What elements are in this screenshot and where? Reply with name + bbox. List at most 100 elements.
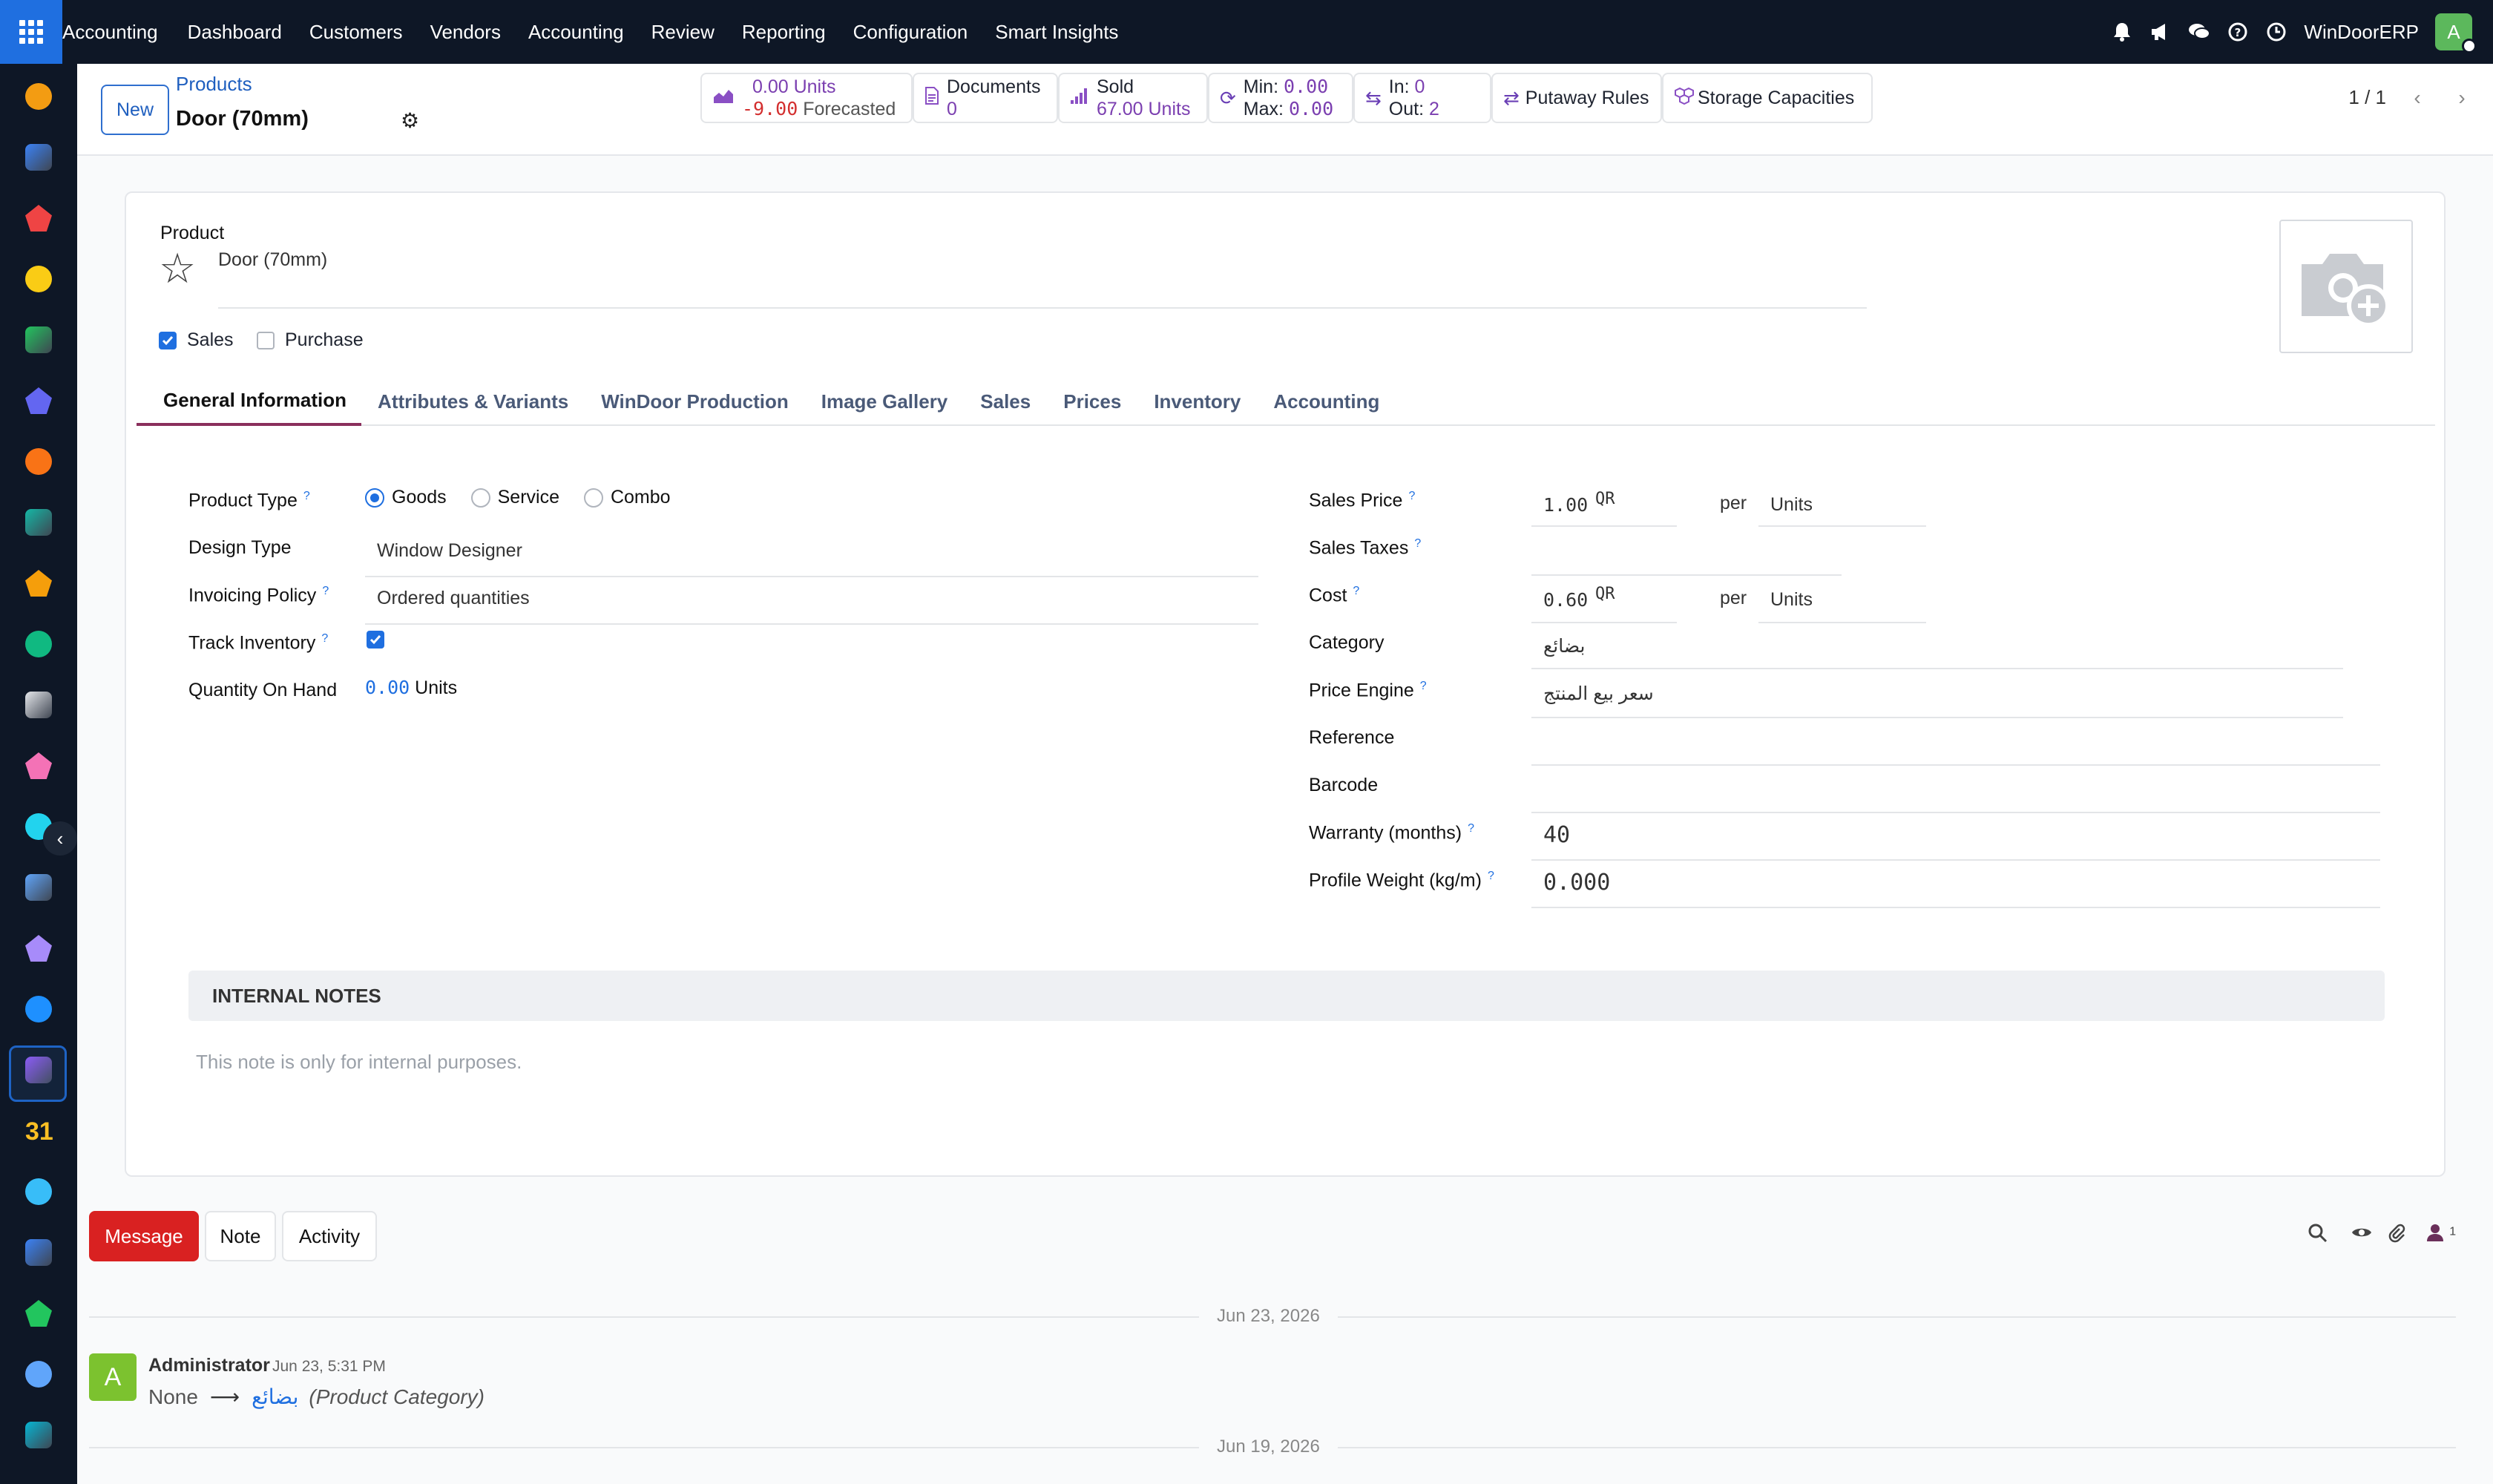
clock-icon[interactable] <box>2265 21 2287 43</box>
paperclip-icon[interactable] <box>2388 1223 2405 1249</box>
qty-on-hand-number[interactable]: 0.00 <box>365 677 410 698</box>
purchase-checkbox[interactable] <box>257 331 275 349</box>
sales-checkbox[interactable] <box>159 331 177 349</box>
message-author[interactable]: Administrator <box>148 1355 270 1376</box>
menu-dashboard[interactable]: Dashboard <box>188 21 282 44</box>
tab-prices[interactable]: Prices <box>1047 377 1137 426</box>
menu-accounting[interactable]: Accounting <box>528 21 624 44</box>
menu-vendors[interactable]: Vendors <box>430 21 501 44</box>
purchase-checkbox-row[interactable]: Purchase <box>257 329 364 351</box>
message-author-avatar[interactable]: A <box>89 1353 137 1401</box>
sidebar-app-check-icon[interactable] <box>25 509 52 536</box>
radio-combo[interactable] <box>583 488 603 508</box>
in-out-smart-button[interactable]: ⇆ In: 0 Out: 2 <box>1353 73 1491 123</box>
sidebar-app-chat-icon[interactable] <box>25 448 52 475</box>
app-brand-menu[interactable]: Accounting <box>62 21 158 44</box>
chat-icon[interactable] <box>2188 21 2211 43</box>
documents-smart-button[interactable]: Documents 0 <box>913 73 1058 123</box>
storage-capacities-smart-button[interactable]: Storage Capacities <box>1662 73 1873 123</box>
send-message-button[interactable]: Message <box>89 1211 199 1261</box>
sidebar-app-telegram-icon[interactable] <box>25 266 52 292</box>
help-icon[interactable]: ? <box>2227 21 2249 43</box>
profile-weight-input[interactable]: 0.000 <box>1543 870 1610 896</box>
tab-attributes-variants[interactable]: Attributes & Variants <box>361 377 585 426</box>
sales-checkbox-row[interactable]: Sales <box>159 329 234 351</box>
radio-goods[interactable] <box>365 488 384 508</box>
tab-general-information[interactable]: General Information <box>137 377 362 426</box>
sales-price-uom-select[interactable]: Units <box>1770 494 1813 516</box>
tab-inventory[interactable]: Inventory <box>1137 377 1257 426</box>
sidebar-app-id-card-icon[interactable] <box>25 631 52 657</box>
sidebar-app-dial-2-icon[interactable] <box>25 1361 52 1388</box>
help-icon[interactable]: ? <box>1353 585 1359 597</box>
sidebar-app-pie-icon[interactable] <box>25 205 52 232</box>
forecasted-smart-button[interactable]: 0.00 Units -9.00 Forecasted <box>700 73 913 123</box>
sidebar-app-dashboard-icon[interactable] <box>25 1239 52 1266</box>
help-icon[interactable]: ? <box>1408 490 1415 502</box>
sidebar-app-palette-icon[interactable] <box>25 752 52 779</box>
menu-configuration[interactable]: Configuration <box>853 21 968 44</box>
product-image-upload[interactable] <box>2279 220 2413 353</box>
app-switcher-button[interactable] <box>0 0 62 64</box>
help-icon[interactable]: ? <box>1414 537 1421 550</box>
sidebar-app-calendar-31-icon[interactable]: 31 <box>25 1117 53 1146</box>
search-icon[interactable] <box>2308 1223 2328 1249</box>
menu-customers[interactable]: Customers <box>309 21 403 44</box>
sidebar-app-sync-icon[interactable] <box>25 1422 52 1448</box>
price-engine-select[interactable]: سعر بيع المنتج <box>1543 683 1654 705</box>
menu-review[interactable]: Review <box>651 21 715 44</box>
sidebar-app-bar-chart-2-icon[interactable] <box>25 570 52 597</box>
megaphone-icon[interactable] <box>2149 21 2172 43</box>
sidebar-app-bar-chart-icon[interactable] <box>25 83 52 110</box>
reordering-smart-button[interactable]: ⟳ Min: 0.00 Max: 0.00 <box>1208 73 1353 123</box>
help-icon[interactable]: ? <box>322 585 329 597</box>
sidebar-app-cube-icon[interactable] <box>25 692 52 718</box>
sold-smart-button[interactable]: Sold 67.00 Units <box>1058 73 1208 123</box>
tab-windoor-production[interactable]: WinDoor Production <box>585 377 805 426</box>
internal-notes-input[interactable]: This note is only for internal purposes. <box>196 1051 522 1074</box>
category-select[interactable]: بضائع <box>1543 635 1586 657</box>
log-note-button[interactable]: Note <box>205 1211 276 1261</box>
help-icon[interactable]: ? <box>1468 822 1474 835</box>
sidebar-app-book-icon[interactable] <box>25 874 52 901</box>
radio-service[interactable] <box>470 488 490 508</box>
sidebar-app-whatsapp-2-icon[interactable] <box>25 1300 52 1327</box>
eye-icon[interactable] <box>2351 1223 2373 1246</box>
sidebar-collapse-button[interactable]: ‹ <box>43 821 77 856</box>
bell-icon[interactable] <box>2111 21 2133 43</box>
sidebar-app-invoice-icon[interactable] <box>25 996 52 1022</box>
user-avatar[interactable]: A <box>2435 13 2477 53</box>
help-icon[interactable]: ? <box>1488 870 1494 882</box>
cost-uom-select[interactable]: Units <box>1770 589 1813 611</box>
tab-sales[interactable]: Sales <box>964 377 1047 426</box>
star-icon[interactable]: ☆ <box>159 248 196 289</box>
menu-reporting[interactable]: Reporting <box>742 21 826 44</box>
pager-value[interactable]: 1 / 1 <box>2348 86 2386 109</box>
sidebar-app-dial-icon[interactable] <box>25 144 52 171</box>
track-inventory-checkbox[interactable] <box>367 631 384 649</box>
menu-smart-insights[interactable]: Smart Insights <box>995 21 1118 44</box>
activity-button[interactable]: Activity <box>282 1211 377 1261</box>
help-icon[interactable]: ? <box>303 490 310 502</box>
pager-previous-button[interactable]: ‹ <box>2395 77 2440 119</box>
cost-input[interactable]: 0.60 <box>1543 589 1588 611</box>
pager-next-button[interactable]: › <box>2440 77 2484 119</box>
help-icon[interactable]: ? <box>321 632 328 645</box>
new-button[interactable]: New <box>101 85 169 135</box>
warranty-input[interactable]: 40 <box>1543 822 1570 848</box>
tab-image-gallery[interactable]: Image Gallery <box>805 377 965 426</box>
breadcrumb-products[interactable]: Products <box>176 73 252 96</box>
sidebar-app-team-icon[interactable] <box>25 1057 52 1083</box>
gear-icon[interactable]: ⚙ <box>401 108 419 133</box>
sales-price-input[interactable]: 1.00 <box>1543 494 1588 516</box>
company-switcher[interactable]: WinDoorERP <box>2304 21 2419 44</box>
invoicing-policy-select[interactable]: Ordered quantities <box>377 588 530 609</box>
sidebar-app-box-icon[interactable] <box>25 935 52 962</box>
putaway-rules-smart-button[interactable]: ⇄ Putaway Rules <box>1491 73 1662 123</box>
design-type-select[interactable]: Window Designer <box>377 540 522 562</box>
sidebar-app-pen-icon[interactable] <box>25 1178 52 1205</box>
product-name-input[interactable]: Door (70mm) <box>218 249 327 271</box>
sidebar-app-whatsapp-icon[interactable] <box>25 326 52 353</box>
tab-accounting[interactable]: Accounting <box>1257 377 1396 426</box>
sidebar-app-mail-icon[interactable] <box>25 387 52 414</box>
